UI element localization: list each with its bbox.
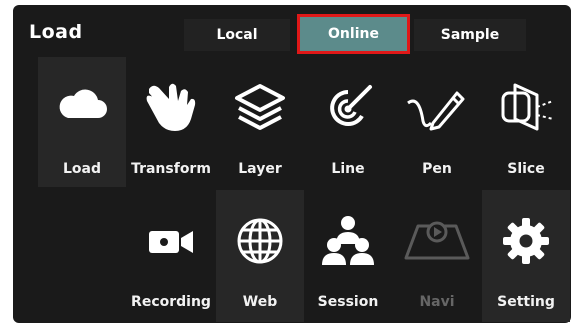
navigation-icon <box>404 218 470 262</box>
panel-title: Load <box>29 21 83 43</box>
layers-icon <box>234 83 286 131</box>
pen-icon <box>405 83 469 133</box>
tool-navi: Navi <box>392 190 482 322</box>
gear-icon <box>501 216 551 266</box>
tool-label-load: Load <box>62 161 101 177</box>
cloud-icon <box>56 85 108 121</box>
target-line-icon <box>322 83 374 133</box>
tool-label-layer: Layer <box>238 161 282 177</box>
hand-icon <box>143 79 199 133</box>
tab-sample[interactable]: Sample <box>414 19 526 51</box>
tab-online[interactable]: Online <box>297 14 410 54</box>
tool-label-recording: Recording <box>131 294 211 310</box>
tool-line[interactable]: Line <box>304 57 392 187</box>
slice-icon <box>497 81 555 133</box>
globe-icon <box>235 216 285 266</box>
tool-label-session: Session <box>317 294 379 310</box>
tool-layer[interactable]: Layer <box>216 57 304 187</box>
tab-local[interactable]: Local <box>184 19 290 51</box>
tool-label-navi: Navi <box>419 294 455 310</box>
camera-icon <box>147 228 195 256</box>
users-icon <box>321 214 375 266</box>
tool-transform[interactable]: Transform <box>126 57 216 187</box>
tool-load[interactable]: Load <box>38 57 126 187</box>
tool-recording[interactable]: Recording <box>126 190 216 322</box>
tool-label-line: Line <box>331 161 365 177</box>
tool-label-pen: Pen <box>422 161 452 177</box>
tool-label-slice: Slice <box>507 161 545 177</box>
tool-label-setting: Setting <box>497 294 555 310</box>
tool-slice[interactable]: Slice <box>482 57 570 187</box>
tool-label-transform: Transform <box>131 161 211 177</box>
tool-session[interactable]: Session <box>304 190 392 322</box>
tool-label-web: Web <box>242 294 278 310</box>
tool-setting[interactable]: Setting <box>482 190 570 322</box>
tool-pen[interactable]: Pen <box>392 57 482 187</box>
tool-web[interactable]: Web <box>216 190 304 322</box>
